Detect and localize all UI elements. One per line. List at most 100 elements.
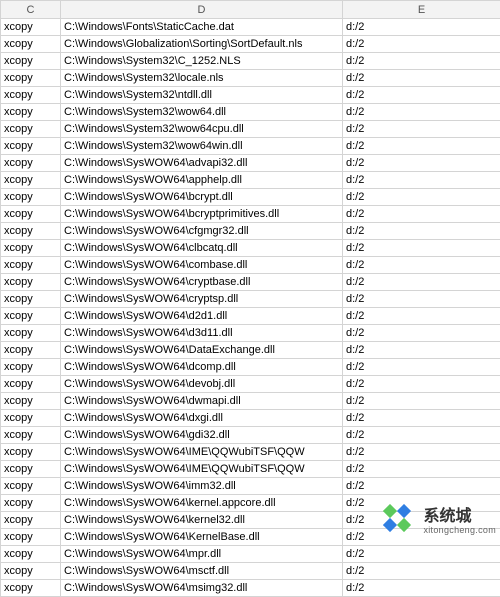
cell-c[interactable]: xcopy (1, 563, 61, 580)
cell-c[interactable]: xcopy (1, 257, 61, 274)
cell-d[interactable]: C:\Windows\SysWOW64\d3d11.dll (61, 325, 343, 342)
cell-c[interactable]: xcopy (1, 87, 61, 104)
cell-d[interactable]: C:\Windows\SysWOW64\msimg32.dll (61, 580, 343, 597)
cell-d[interactable]: C:\Windows\SysWOW64\cfgmgr32.dll (61, 223, 343, 240)
cell-c[interactable]: xcopy (1, 223, 61, 240)
cell-c[interactable]: xcopy (1, 291, 61, 308)
cell-c[interactable]: xcopy (1, 580, 61, 597)
cell-d[interactable]: C:\Windows\SysWOW64\dcomp.dll (61, 359, 343, 376)
cell-e[interactable]: d:/2 (343, 308, 500, 325)
col-header-d[interactable]: D (61, 1, 343, 19)
cell-d[interactable]: C:\Windows\SysWOW64\imm32.dll (61, 478, 343, 495)
cell-e[interactable]: d:/2 (343, 257, 500, 274)
cell-c[interactable]: xcopy (1, 325, 61, 342)
cell-d[interactable]: C:\Windows\System32\wow64cpu.dll (61, 121, 343, 138)
cell-e[interactable]: d:/2 (343, 19, 500, 36)
cell-c[interactable]: xcopy (1, 274, 61, 291)
cell-c[interactable]: xcopy (1, 104, 61, 121)
cell-e[interactable]: d:/2 (343, 223, 500, 240)
cell-d[interactable]: C:\Windows\SysWOW64\devobj.dll (61, 376, 343, 393)
cell-c[interactable]: xcopy (1, 155, 61, 172)
cell-d[interactable]: C:\Windows\SysWOW64\bcrypt.dll (61, 189, 343, 206)
cell-d[interactable]: C:\Windows\SysWOW64\kernel32.dll (61, 512, 343, 529)
cell-e[interactable]: d:/2 (343, 70, 500, 87)
cell-d[interactable]: C:\Windows\SysWOW64\dwmapi.dll (61, 393, 343, 410)
cell-d[interactable]: C:\Windows\Globalization\Sorting\SortDef… (61, 36, 343, 53)
cell-d[interactable]: C:\Windows\SysWOW64\combase.dll (61, 257, 343, 274)
cell-c[interactable]: xcopy (1, 410, 61, 427)
cell-e[interactable]: d:/2 (343, 53, 500, 70)
cell-d[interactable]: C:\Windows\SysWOW64\bcryptprimitives.dll (61, 206, 343, 223)
cell-c[interactable]: xcopy (1, 19, 61, 36)
cell-d[interactable]: C:\Windows\System32\ntdll.dll (61, 87, 343, 104)
cell-d[interactable]: C:\Windows\SysWOW64\dxgi.dll (61, 410, 343, 427)
cell-e[interactable]: d:/2 (343, 478, 500, 495)
cell-c[interactable]: xcopy (1, 393, 61, 410)
cell-c[interactable]: xcopy (1, 240, 61, 257)
cell-e[interactable]: d:/2 (343, 291, 500, 308)
cell-d[interactable]: C:\Windows\SysWOW64\advapi32.dll (61, 155, 343, 172)
cell-c[interactable]: xcopy (1, 529, 61, 546)
cell-d[interactable]: C:\Windows\SysWOW64\cryptbase.dll (61, 274, 343, 291)
cell-e[interactable]: d:/2 (343, 138, 500, 155)
cell-e[interactable]: d:/2 (343, 104, 500, 121)
cell-c[interactable]: xcopy (1, 342, 61, 359)
cell-c[interactable]: xcopy (1, 70, 61, 87)
cell-d[interactable]: C:\Windows\System32\wow64win.dll (61, 138, 343, 155)
cell-c[interactable]: xcopy (1, 138, 61, 155)
cell-e[interactable]: d:/2 (343, 274, 500, 291)
cell-c[interactable]: xcopy (1, 189, 61, 206)
cell-c[interactable]: xcopy (1, 444, 61, 461)
cell-e[interactable]: d:/2 (343, 206, 500, 223)
cell-d[interactable]: C:\Windows\SysWOW64\d2d1.dll (61, 308, 343, 325)
cell-e[interactable]: d:/2 (343, 325, 500, 342)
cell-e[interactable]: d:/2 (343, 461, 500, 478)
cell-d[interactable]: C:\Windows\SysWOW64\clbcatq.dll (61, 240, 343, 257)
cell-d[interactable]: C:\Windows\SysWOW64\IME\QQWubiTSF\QQW (61, 444, 343, 461)
cell-c[interactable]: xcopy (1, 427, 61, 444)
cell-e[interactable]: d:/2 (343, 87, 500, 104)
cell-e[interactable]: d:/2 (343, 359, 500, 376)
cell-d[interactable]: C:\Windows\Fonts\StaticCache.dat (61, 19, 343, 36)
cell-c[interactable]: xcopy (1, 121, 61, 138)
cell-c[interactable]: xcopy (1, 359, 61, 376)
cell-d[interactable]: C:\Windows\SysWOW64\cryptsp.dll (61, 291, 343, 308)
cell-d[interactable]: C:\Windows\System32\C_1252.NLS (61, 53, 343, 70)
cell-d[interactable]: C:\Windows\SysWOW64\apphelp.dll (61, 172, 343, 189)
cell-e[interactable]: d:/2 (343, 580, 500, 597)
cell-e[interactable]: d:/2 (343, 121, 500, 138)
cell-c[interactable]: xcopy (1, 461, 61, 478)
cell-d[interactable]: C:\Windows\System32\locale.nls (61, 70, 343, 87)
cell-e[interactable]: d:/2 (343, 393, 500, 410)
cell-e[interactable]: d:/2 (343, 240, 500, 257)
cell-e[interactable]: d:/2 (343, 189, 500, 206)
cell-c[interactable]: xcopy (1, 308, 61, 325)
cell-e[interactable]: d:/2 (343, 563, 500, 580)
cell-e[interactable]: d:/2 (343, 546, 500, 563)
cell-d[interactable]: C:\Windows\SysWOW64\msctf.dll (61, 563, 343, 580)
col-header-e[interactable]: E (343, 1, 500, 19)
cell-c[interactable]: xcopy (1, 512, 61, 529)
cell-c[interactable]: xcopy (1, 53, 61, 70)
cell-e[interactable]: d:/2 (343, 427, 500, 444)
cell-e[interactable]: d:/2 (343, 410, 500, 427)
cell-d[interactable]: C:\Windows\SysWOW64\kernel.appcore.dll (61, 495, 343, 512)
cell-d[interactable]: C:\Windows\SysWOW64\DataExchange.dll (61, 342, 343, 359)
cell-c[interactable]: xcopy (1, 495, 61, 512)
col-header-c[interactable]: C (1, 1, 61, 19)
cell-e[interactable]: d:/2 (343, 155, 500, 172)
cell-e[interactable]: d:/2 (343, 172, 500, 189)
cell-d[interactable]: C:\Windows\SysWOW64\KernelBase.dll (61, 529, 343, 546)
cell-e[interactable]: d:/2 (343, 342, 500, 359)
cell-e[interactable]: d:/2 (343, 444, 500, 461)
cell-c[interactable]: xcopy (1, 376, 61, 393)
cell-d[interactable]: C:\Windows\SysWOW64\mpr.dll (61, 546, 343, 563)
cell-d[interactable]: C:\Windows\SysWOW64\IME\QQWubiTSF\QQW (61, 461, 343, 478)
cell-c[interactable]: xcopy (1, 36, 61, 53)
cell-c[interactable]: xcopy (1, 478, 61, 495)
cell-d[interactable]: C:\Windows\SysWOW64\gdi32.dll (61, 427, 343, 444)
cell-c[interactable]: xcopy (1, 206, 61, 223)
cell-c[interactable]: xcopy (1, 546, 61, 563)
cell-d[interactable]: C:\Windows\System32\wow64.dll (61, 104, 343, 121)
cell-c[interactable]: xcopy (1, 172, 61, 189)
